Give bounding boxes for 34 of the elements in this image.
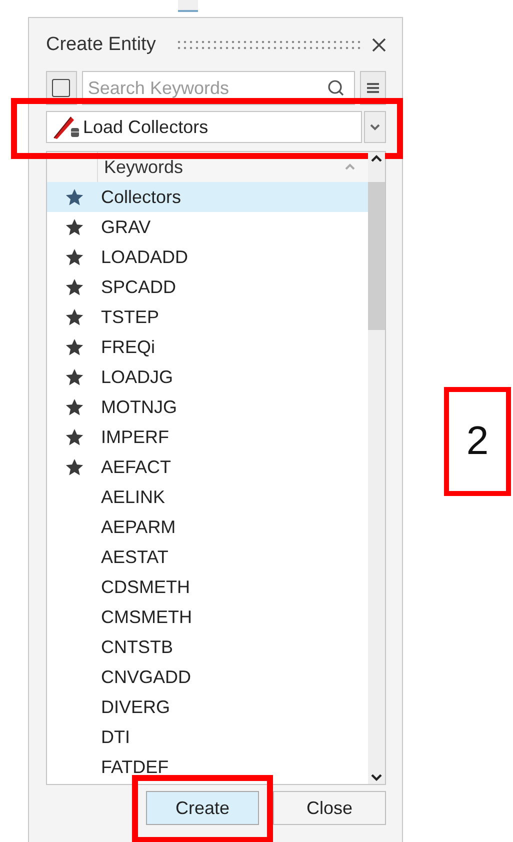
entity-type-dropdown[interactable]: Load Collectors bbox=[46, 111, 362, 143]
keyword-row[interactable]: GRAV bbox=[47, 212, 368, 242]
chevron-down-icon bbox=[369, 123, 381, 131]
keyword-row[interactable]: CDSMETH bbox=[47, 572, 368, 602]
step-number-callout: 2 bbox=[444, 387, 511, 496]
keyword-row[interactable]: DTI bbox=[47, 722, 368, 752]
load-collector-icon bbox=[51, 114, 81, 140]
panel-drag-handle[interactable] bbox=[178, 0, 198, 12]
keyword-row[interactable]: DIVERG bbox=[47, 692, 368, 722]
scrollbar-thumb[interactable] bbox=[368, 182, 385, 330]
keyword-row[interactable]: LOADJG bbox=[47, 362, 368, 392]
keyword-row[interactable]: CMSMETH bbox=[47, 602, 368, 632]
keyword-row[interactable]: AESTAT bbox=[47, 542, 368, 572]
keyword-row[interactable]: SPCADD bbox=[47, 272, 368, 302]
keyword-row[interactable]: FREQi bbox=[47, 332, 368, 362]
keyword-row[interactable]: CNVGADD bbox=[47, 662, 368, 692]
panel-title: Create Entity bbox=[46, 34, 156, 56]
keyword-row[interactable]: LOADADD bbox=[47, 242, 368, 272]
keyword-row[interactable]: MOTNJG bbox=[47, 392, 368, 422]
keyword-row[interactable]: TSTEP bbox=[47, 302, 368, 332]
keyword-row[interactable]: AELINK bbox=[47, 482, 368, 512]
keyword-row[interactable]: AEFACT bbox=[47, 452, 368, 482]
close-icon[interactable] bbox=[372, 38, 386, 52]
keyword-row[interactable]: Collectors bbox=[47, 182, 368, 212]
menu-icon bbox=[366, 83, 380, 93]
keyword-row[interactable]: CNTSTB bbox=[47, 632, 368, 662]
dropdown-arrow-button[interactable] bbox=[364, 111, 386, 143]
keyword-row[interactable]: FATDEF bbox=[47, 752, 368, 782]
scrollbar[interactable] bbox=[368, 152, 385, 784]
keyword-row[interactable]: AEPARM bbox=[47, 512, 368, 542]
search-icon bbox=[326, 79, 345, 97]
keyword-row[interactable]: IMPERF bbox=[47, 422, 368, 452]
create-button[interactable]: Create bbox=[146, 791, 259, 825]
close-button[interactable]: Close bbox=[273, 791, 386, 825]
